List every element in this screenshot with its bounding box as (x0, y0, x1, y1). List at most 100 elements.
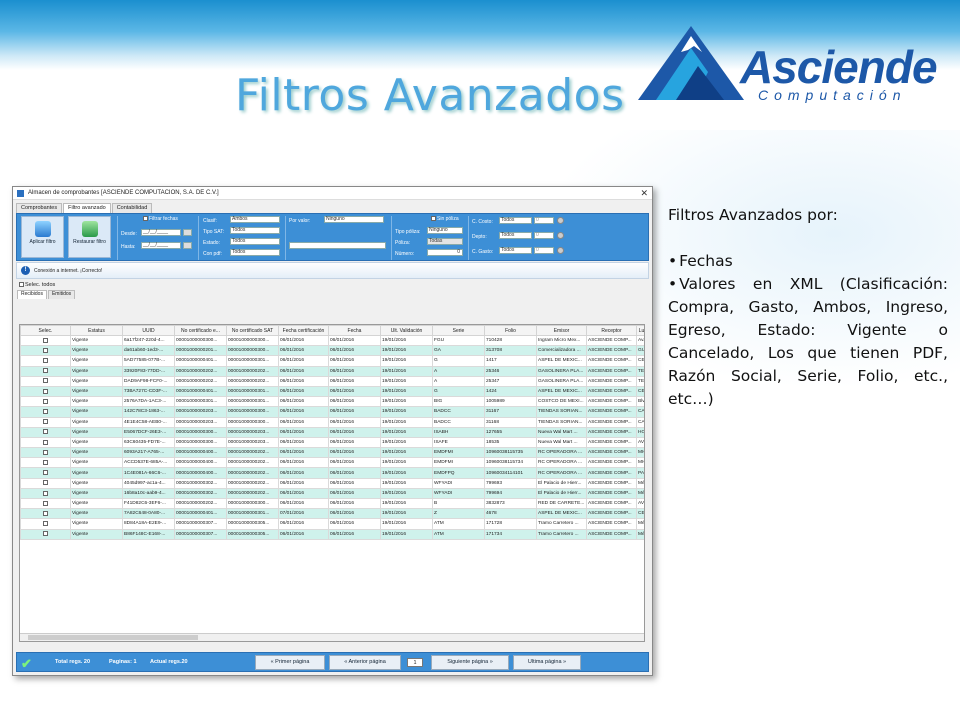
column-header[interactable]: Fecha (328, 325, 381, 336)
table-row[interactable]: Vigente 33920F83-77DD-... 00001000000202..… (20, 365, 644, 377)
sin-poliza-checkbox[interactable] (431, 216, 436, 222)
table-row[interactable]: Vigente 7A82C648-0A80-... 00001000000401..… (20, 508, 644, 520)
row-checkbox[interactable] (43, 439, 48, 445)
table-row[interactable]: Vigente 73BA727C-CD3F-... 00001000000401..… (20, 385, 644, 398)
checkmark-icon: ✔ (21, 656, 32, 671)
row-checkbox[interactable] (43, 500, 48, 506)
row-checkbox[interactable] (43, 337, 48, 343)
row-checkbox[interactable] (43, 490, 48, 496)
poliza-select[interactable]: Todas (427, 238, 463, 245)
c-gasto-input[interactable]: 0 (534, 247, 554, 254)
column-header[interactable]: Ult. Validación (380, 325, 433, 336)
select-all-checkbox[interactable] (19, 282, 24, 288)
table-row[interactable]: Vigente 6a17f247-220d-4... 00001000000300.… (20, 334, 644, 347)
search-icon[interactable] (557, 232, 564, 239)
tab-contabilidad[interactable]: Contabilidad (111, 203, 153, 213)
table-row[interactable]: Vigente 16b8a10c-aab9-4... 00001000000302.… (20, 487, 644, 500)
tab-emitidos[interactable]: Emitidos (47, 290, 76, 299)
table-cell: Méx (636, 518, 644, 530)
tipo-sat-select[interactable]: Todos (230, 227, 280, 234)
estado-select[interactable]: Todos (230, 238, 280, 245)
table-row[interactable]: Vigente DAD9AF98-FCF0-... 00001000000202..… (20, 375, 644, 387)
row-checkbox[interactable] (43, 358, 48, 364)
row-checkbox[interactable] (43, 409, 48, 415)
column-header[interactable]: UUID (122, 325, 175, 336)
apply-filter-button[interactable]: Aplicar filtro (21, 216, 64, 258)
table-row[interactable]: Vigente da61ab60-1ed3-... 00001000000201..… (20, 345, 644, 357)
table-row[interactable]: Vigente B86F148C-E168-... 00001000000307..… (20, 528, 644, 540)
con-pdf-select[interactable]: Todos (230, 249, 280, 256)
column-header[interactable]: Estatus (70, 325, 123, 336)
por-valor-input[interactable] (289, 242, 386, 249)
search-icon[interactable] (557, 247, 564, 254)
c-costo-input[interactable]: 0 (534, 217, 554, 224)
row-checkbox[interactable] (43, 419, 48, 425)
column-header[interactable]: Emisor (536, 325, 587, 336)
filtrar-fechas-checkbox[interactable] (143, 216, 148, 222)
por-valor-select[interactable]: Ninguno (324, 216, 384, 223)
tab-recibidos[interactable]: Recibidos (17, 290, 47, 299)
column-header[interactable]: Folio (484, 325, 537, 336)
table-row[interactable]: Vigente 2576A7DA-1AC3-... 00001000000301..… (20, 396, 644, 408)
first-page-button[interactable]: « Primer página (255, 655, 325, 670)
table-cell: 6a17f247-220d-4... (122, 334, 175, 347)
search-icon[interactable] (557, 217, 564, 224)
table-row[interactable]: Vigente E5067DCF-26E3-... 00001000000300..… (20, 426, 644, 438)
row-checkbox[interactable] (43, 398, 48, 404)
numero-input[interactable]: 0 (427, 249, 463, 256)
desde-input[interactable]: __/__/____ (141, 229, 181, 236)
table-row[interactable]: Vigente 142C78C3-1863-... 00001000000203..… (20, 406, 644, 418)
row-checkbox[interactable] (43, 378, 48, 384)
row-checkbox[interactable] (43, 470, 48, 476)
table-row[interactable]: Vigente 1C4E081A-66C6-... 00001000000400..… (20, 467, 644, 479)
row-checkbox[interactable] (43, 429, 48, 435)
next-page-button[interactable]: Siguiente página » (431, 655, 509, 670)
row-checkbox[interactable] (43, 388, 48, 394)
clasif-select[interactable]: Ambos (230, 216, 280, 223)
table-row[interactable]: Vigente ACCD537E-685A-... 00001000000400..… (20, 457, 644, 469)
page-number-input[interactable]: 1 (407, 658, 423, 667)
row-select-cell (20, 345, 71, 357)
c-gasto-select[interactable]: Todos (499, 247, 532, 254)
table-row[interactable]: Vigente 63C60435-FD7E-... 00001000000300..… (20, 436, 644, 449)
row-checkbox[interactable] (43, 449, 48, 455)
prev-page-button[interactable]: « Anterior página (329, 655, 401, 670)
row-checkbox[interactable] (43, 459, 48, 465)
column-header[interactable]: No certificado SAT (226, 325, 279, 336)
row-checkbox[interactable] (43, 347, 48, 353)
table-row[interactable]: Vigente 4E1E4C58-AEB0-... 00001000000203..… (20, 416, 644, 428)
row-checkbox[interactable] (43, 510, 48, 516)
calendar-icon[interactable] (183, 242, 192, 249)
horizontal-scrollbar[interactable] (20, 633, 644, 641)
table-row[interactable]: Vigente F41D82C6-3EF6-... 00001000000202..… (20, 497, 644, 510)
table-row[interactable]: Vigente 4045d997-ac1a-4... 00001000000302.… (20, 477, 644, 489)
tab-comprobantes[interactable]: Comprobantes (16, 203, 63, 213)
table-row[interactable]: Vigente 8D84A18A-E2E9-... 00001000000307..… (20, 518, 644, 530)
column-header[interactable]: No certificado e... (174, 325, 227, 336)
depto-select[interactable]: Todos (499, 232, 532, 239)
tab-filtro-avanzado[interactable]: Filtro avanzado (63, 203, 111, 213)
column-header[interactable]: Serie (432, 325, 485, 336)
row-checkbox[interactable] (43, 521, 48, 527)
main-tabs: Comprobantes Filtro avanzado Contabilida… (13, 203, 652, 213)
calendar-icon[interactable] (183, 229, 192, 236)
row-checkbox[interactable] (43, 531, 48, 537)
table-row[interactable]: Vigente 6093A217-A765-... 00001000000400..… (20, 447, 644, 459)
hasta-input[interactable]: __/__/____ (141, 242, 181, 249)
depto-input[interactable]: 0 (534, 232, 554, 239)
tipo-poliza-select[interactable]: Ninguno (427, 227, 463, 234)
last-page-button[interactable]: Ultima página » (513, 655, 581, 670)
c-costo-select[interactable]: Todos (499, 217, 532, 224)
table-cell: ASPEL DE MEXIC... (536, 355, 587, 367)
restore-filter-button[interactable]: Restaurar filtro (68, 216, 111, 258)
row-checkbox[interactable] (43, 480, 48, 486)
table-row[interactable]: Vigente 5AD77585-077B-... 00001000000401..… (20, 355, 644, 367)
column-header[interactable]: Fecha certificación (278, 325, 329, 336)
column-header[interactable]: Receptor (586, 325, 637, 336)
row-checkbox[interactable] (43, 368, 48, 374)
table-cell: 06/01/2016 (328, 406, 381, 418)
column-header[interactable]: Lu (636, 325, 644, 336)
column-header[interactable]: Selec. (20, 325, 71, 336)
close-icon[interactable]: ✕ (640, 188, 648, 199)
scroll-thumb[interactable] (28, 635, 198, 640)
